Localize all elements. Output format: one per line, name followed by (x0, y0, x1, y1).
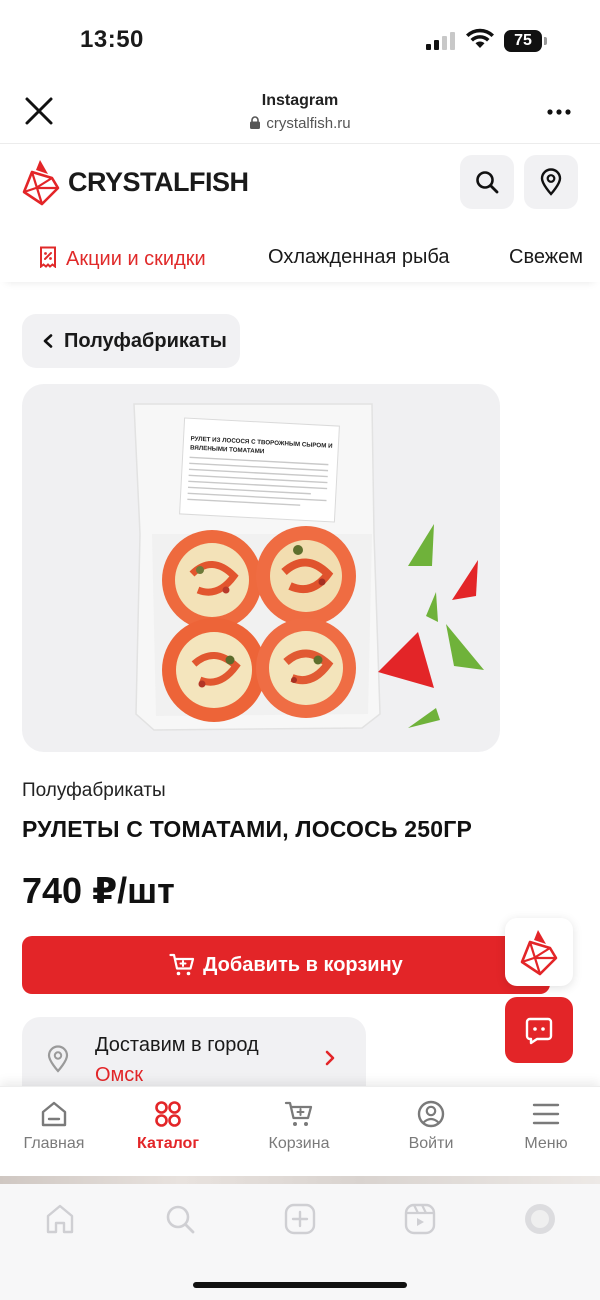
chat-button[interactable] (505, 997, 573, 1063)
nav-label: Каталог (137, 1135, 199, 1152)
category-chilled-fish[interactable]: Охлажденная рыба (268, 246, 450, 269)
roll-3 (162, 618, 266, 722)
cart-icon (169, 953, 195, 976)
nav-catalog[interactable]: Каталог (118, 1099, 218, 1153)
ig-home-icon[interactable] (43, 1202, 77, 1236)
delivery-label: Доставим в город (95, 1034, 259, 1056)
site-header: CRYSTALFISH (0, 145, 600, 225)
logo-mark-icon (520, 930, 558, 976)
logo[interactable]: CRYSTALFISH (22, 157, 249, 207)
nav-login[interactable]: Войти (381, 1099, 481, 1153)
nav-cart[interactable]: Корзина (249, 1099, 349, 1153)
site-bottom-nav: Главная Каталог Корзина Войти Меню (0, 1086, 600, 1176)
chevron-left-icon (43, 334, 53, 348)
ig-profile-avatar[interactable] (523, 1202, 557, 1236)
brand-widget-button[interactable] (505, 918, 573, 986)
product-category[interactable]: Полуфабрикаты (22, 780, 166, 802)
location-pin-icon (47, 1045, 69, 1073)
roll-2 (256, 526, 356, 626)
logo-mark-icon (22, 160, 60, 206)
signal-icon (426, 32, 456, 50)
brand-name: CRYSTALFISH (68, 166, 249, 197)
roll-1 (162, 530, 262, 630)
nav-home[interactable]: Главная (4, 1099, 104, 1153)
nav-label: Корзина (268, 1135, 330, 1152)
location-button[interactable] (524, 155, 578, 209)
category-promotions[interactable]: Акции и скидки (38, 246, 206, 271)
ig-reels-icon[interactable] (403, 1202, 437, 1236)
lock-icon (250, 116, 261, 129)
category-fresh-frozen[interactable]: Свежем (509, 246, 583, 269)
chat-icon (525, 1017, 553, 1045)
ig-search-icon[interactable] (163, 1202, 197, 1236)
delivery-city-selector[interactable]: Доставим в город Омск (22, 1017, 366, 1093)
product-price: 740 ₽/шт (22, 870, 175, 911)
more-options-icon[interactable] (546, 102, 572, 122)
nav-menu[interactable]: Меню (496, 1099, 596, 1153)
ig-create-icon[interactable] (283, 1202, 317, 1236)
nav-label: Меню (524, 1135, 568, 1152)
back-to-category-button[interactable]: Полуфабрикаты (22, 314, 240, 368)
nav-label: Главная (23, 1135, 85, 1152)
category-strip: Акции и скидки Охлажденная рыба Свежем (0, 232, 600, 282)
product-photo: РУЛЕТ ИЗ ЛОСОСЯ С ТВОРОЖНЫМ СЫРОМ И ВЯЛЕ… (133, 403, 484, 731)
battery-indicator: 75 (504, 30, 547, 52)
catalog-icon (155, 1101, 181, 1127)
search-button[interactable] (460, 155, 514, 209)
browser-url: crystalfish.ru (0, 115, 600, 132)
home-icon (41, 1101, 67, 1127)
product-image[interactable]: РУЛЕТ ИЗ ЛОСОСЯ С ТВОРОЖНЫМ СЫРОМ И ВЯЛЕ… (22, 384, 500, 752)
product-title: РУЛЕТЫ С ТОМАТАМИ, ЛОСОСЬ 250ГР (22, 816, 473, 842)
feed-thumbnail-strip (0, 1176, 600, 1184)
status-bar: 13:50 75 (0, 0, 600, 80)
category-label: Акции и скидки (66, 248, 206, 270)
add-to-cart-label: Добавить в корзину (203, 953, 403, 976)
back-label: Полуфабрикаты (64, 329, 227, 352)
discount-tag-icon (40, 246, 56, 268)
chevron-right-icon (325, 1050, 335, 1066)
wifi-icon (466, 28, 494, 48)
user-icon (417, 1100, 445, 1128)
location-pin-icon (540, 168, 562, 196)
cart-icon (284, 1101, 313, 1126)
status-time: 13:50 (80, 26, 144, 53)
menu-icon (532, 1103, 560, 1125)
url-text: crystalfish.ru (266, 115, 351, 132)
nav-label: Войти (408, 1135, 454, 1152)
home-indicator (193, 1282, 407, 1288)
add-to-cart-button[interactable]: Добавить в корзину (22, 936, 550, 994)
delivery-city: Омск (95, 1064, 144, 1086)
roll-4 (256, 618, 356, 718)
search-icon (476, 171, 499, 194)
browser-bar: Instagram crystalfish.ru (0, 82, 600, 144)
browser-title: Instagram (261, 92, 339, 109)
